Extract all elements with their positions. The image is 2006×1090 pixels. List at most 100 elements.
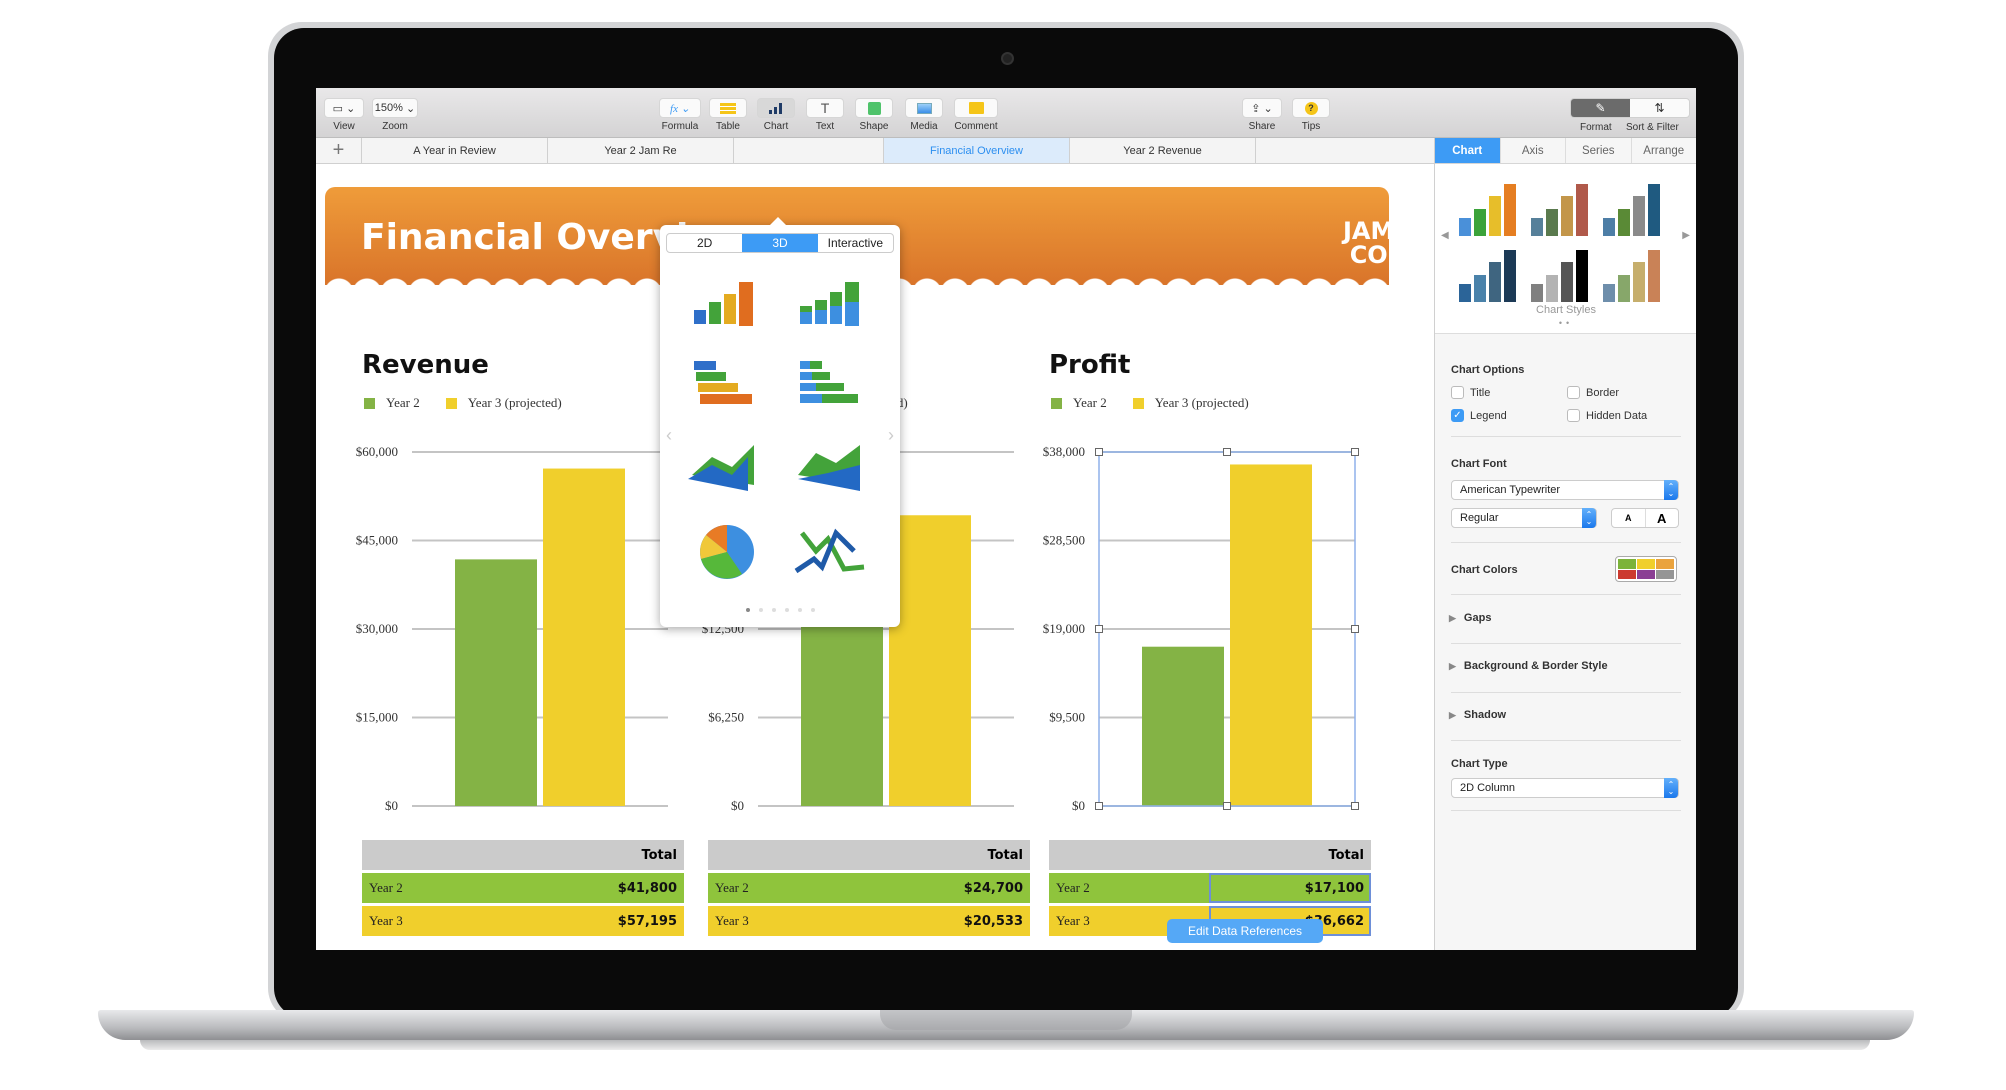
bar-year-2[interactable]: [455, 559, 537, 806]
sheet-tab[interactable]: [734, 138, 884, 163]
format-button[interactable]: ✎: [1571, 99, 1630, 117]
updown-arrows-icon: ⌃ ⌄: [1582, 508, 1596, 528]
resize-handle[interactable]: [1095, 802, 1103, 810]
text-button[interactable]: T Text: [806, 98, 844, 132]
segment-3d[interactable]: 3D: [742, 234, 818, 252]
row-value[interactable]: $17,100: [1209, 873, 1371, 903]
row-value[interactable]: $41,800: [522, 873, 684, 903]
3d-area-chart-thumb[interactable]: [682, 435, 772, 505]
sort-filter-button[interactable]: ⇅: [1630, 99, 1689, 117]
zoom-menu[interactable]: 150% ⌄ Zoom: [372, 98, 418, 132]
row-value[interactable]: $24,700: [868, 873, 1030, 903]
edit-data-references-button[interactable]: Edit Data References: [1167, 919, 1323, 943]
font-style-select[interactable]: Regular ⌃ ⌄: [1451, 508, 1597, 528]
3d-line-chart-thumb[interactable]: [788, 517, 878, 587]
chevron-down-icon: ⌄: [402, 102, 416, 115]
row-value[interactable]: $20,533: [868, 906, 1030, 936]
gaps-section[interactable]: ▶ Gaps: [1449, 612, 1491, 624]
chevron-right-icon[interactable]: ›: [888, 425, 894, 446]
legend-swatch: [1132, 397, 1144, 409]
inspector-tab-arrange[interactable]: Arrange: [1631, 138, 1696, 163]
row-label[interactable]: Year 2: [362, 873, 522, 903]
segment-interactive[interactable]: Interactive: [818, 234, 893, 252]
chart-style-swatch[interactable]: [1459, 242, 1516, 302]
page-dot[interactable]: [745, 608, 750, 612]
page-dot[interactable]: [797, 608, 802, 612]
page-dot[interactable]: [771, 608, 776, 612]
chart-style-swatch[interactable]: [1531, 242, 1588, 302]
3d-bar-chart-thumb[interactable]: [682, 353, 772, 423]
chart-colors-picker[interactable]: [1615, 556, 1677, 582]
legend-swatch: [445, 397, 457, 409]
chart-style-swatch[interactable]: [1531, 176, 1588, 236]
hidden-data-checkbox[interactable]: Hidden Data: [1567, 409, 1647, 422]
row-label[interactable]: Year 2: [1049, 873, 1209, 903]
formula-button[interactable]: fx ⌄ Formula: [659, 98, 701, 132]
3d-column-chart-thumb[interactable]: [682, 270, 772, 340]
font-family-select[interactable]: American Typewriter ⌃ ⌄: [1451, 480, 1679, 500]
3d-stacked-column-chart-thumb[interactable]: [788, 270, 878, 340]
resize-handle[interactable]: [1351, 625, 1359, 633]
bar-year-3[interactable]: [889, 515, 971, 806]
chevron-right-icon[interactable]: ▶: [1682, 230, 1690, 241]
chart-style-swatch[interactable]: [1603, 176, 1660, 236]
table-button[interactable]: Table: [709, 98, 747, 132]
chart-type-select[interactable]: 2D Column ⌃ ⌄: [1451, 778, 1679, 798]
background-border-section[interactable]: ▶ Background & Border Style: [1449, 660, 1608, 672]
chart-button[interactable]: Chart: [757, 98, 795, 132]
decrease-font-button[interactable]: A: [1612, 509, 1646, 527]
3d-pie-chart-thumb[interactable]: [682, 517, 772, 587]
title-checkbox[interactable]: Title: [1451, 386, 1490, 399]
add-sheet-button[interactable]: +: [316, 138, 362, 163]
y-tick-label: $45,000: [356, 533, 398, 548]
border-checkbox[interactable]: Border: [1567, 386, 1619, 399]
sheet-tab[interactable]: A Year in Review: [362, 138, 548, 163]
media-button[interactable]: Media: [905, 98, 943, 132]
row-label[interactable]: Year 3: [708, 906, 868, 936]
chevron-left-icon[interactable]: ◀: [1441, 230, 1449, 241]
share-button[interactable]: ⇪ ⌄ Share: [1242, 98, 1282, 132]
comment-button[interactable]: Comment: [954, 98, 998, 132]
resize-handle[interactable]: [1351, 448, 1359, 456]
chart-style-swatch[interactable]: [1603, 242, 1660, 302]
shadow-section[interactable]: ▶ Shadow: [1449, 709, 1506, 721]
color-chip: [1656, 569, 1674, 579]
y-tick-label: $0: [1072, 798, 1085, 813]
segment-2d[interactable]: 2D: [667, 234, 742, 252]
legend-checkbox[interactable]: ✓ Legend: [1451, 409, 1507, 422]
style-bar: [1489, 262, 1501, 302]
inspector-tab-series[interactable]: Series: [1566, 138, 1632, 163]
shape-button[interactable]: Shape: [855, 98, 893, 132]
tips-button[interactable]: ? Tips: [1292, 98, 1330, 132]
legend-swatch: [364, 397, 375, 409]
row-label[interactable]: Year 3: [362, 906, 522, 936]
resize-handle[interactable]: [1223, 802, 1231, 810]
page-dot[interactable]: [784, 608, 789, 612]
chart-style-swatch[interactable]: [1459, 176, 1516, 236]
view-button[interactable]: ▭ ⌄ View: [324, 98, 364, 132]
chevron-left-icon[interactable]: ‹: [666, 425, 672, 446]
page-dot[interactable]: [758, 608, 763, 612]
inspector-tab-axis[interactable]: Axis: [1500, 138, 1566, 163]
page-dot[interactable]: [810, 608, 815, 612]
sheet-tab[interactable]: [1256, 138, 1434, 163]
3d-stacked-area-chart-thumb[interactable]: [788, 435, 878, 505]
bar-year-3[interactable]: [543, 468, 625, 806]
bar-year-2[interactable]: [1142, 646, 1224, 806]
share-icon: ⇪ ⌄: [1251, 102, 1273, 115]
increase-font-button[interactable]: A: [1646, 509, 1679, 527]
bar-chart[interactable]: $0 $15,000 $30,000 $45,000 $60,000: [342, 440, 672, 813]
resize-handle[interactable]: [1095, 625, 1103, 633]
resize-handle[interactable]: [1095, 448, 1103, 456]
sheet-tab[interactable]: Year 2 Revenue: [1070, 138, 1256, 163]
sheet-tab-financial-overview[interactable]: Financial Overview: [884, 138, 1070, 163]
resize-handle[interactable]: [1351, 802, 1359, 810]
3d-stacked-bar-chart-thumb[interactable]: [788, 353, 878, 423]
row-value[interactable]: $57,195: [522, 906, 684, 936]
bar-chart[interactable]: $0 $9,500 $19,000 $28,500 $38,000: [1029, 440, 1359, 813]
bar-year-3[interactable]: [1230, 464, 1312, 806]
sheet-tab[interactable]: Year 2 Jam Re: [548, 138, 734, 163]
resize-handle[interactable]: [1223, 448, 1231, 456]
row-label[interactable]: Year 2: [708, 873, 868, 903]
inspector-tab-chart[interactable]: Chart: [1435, 138, 1501, 163]
